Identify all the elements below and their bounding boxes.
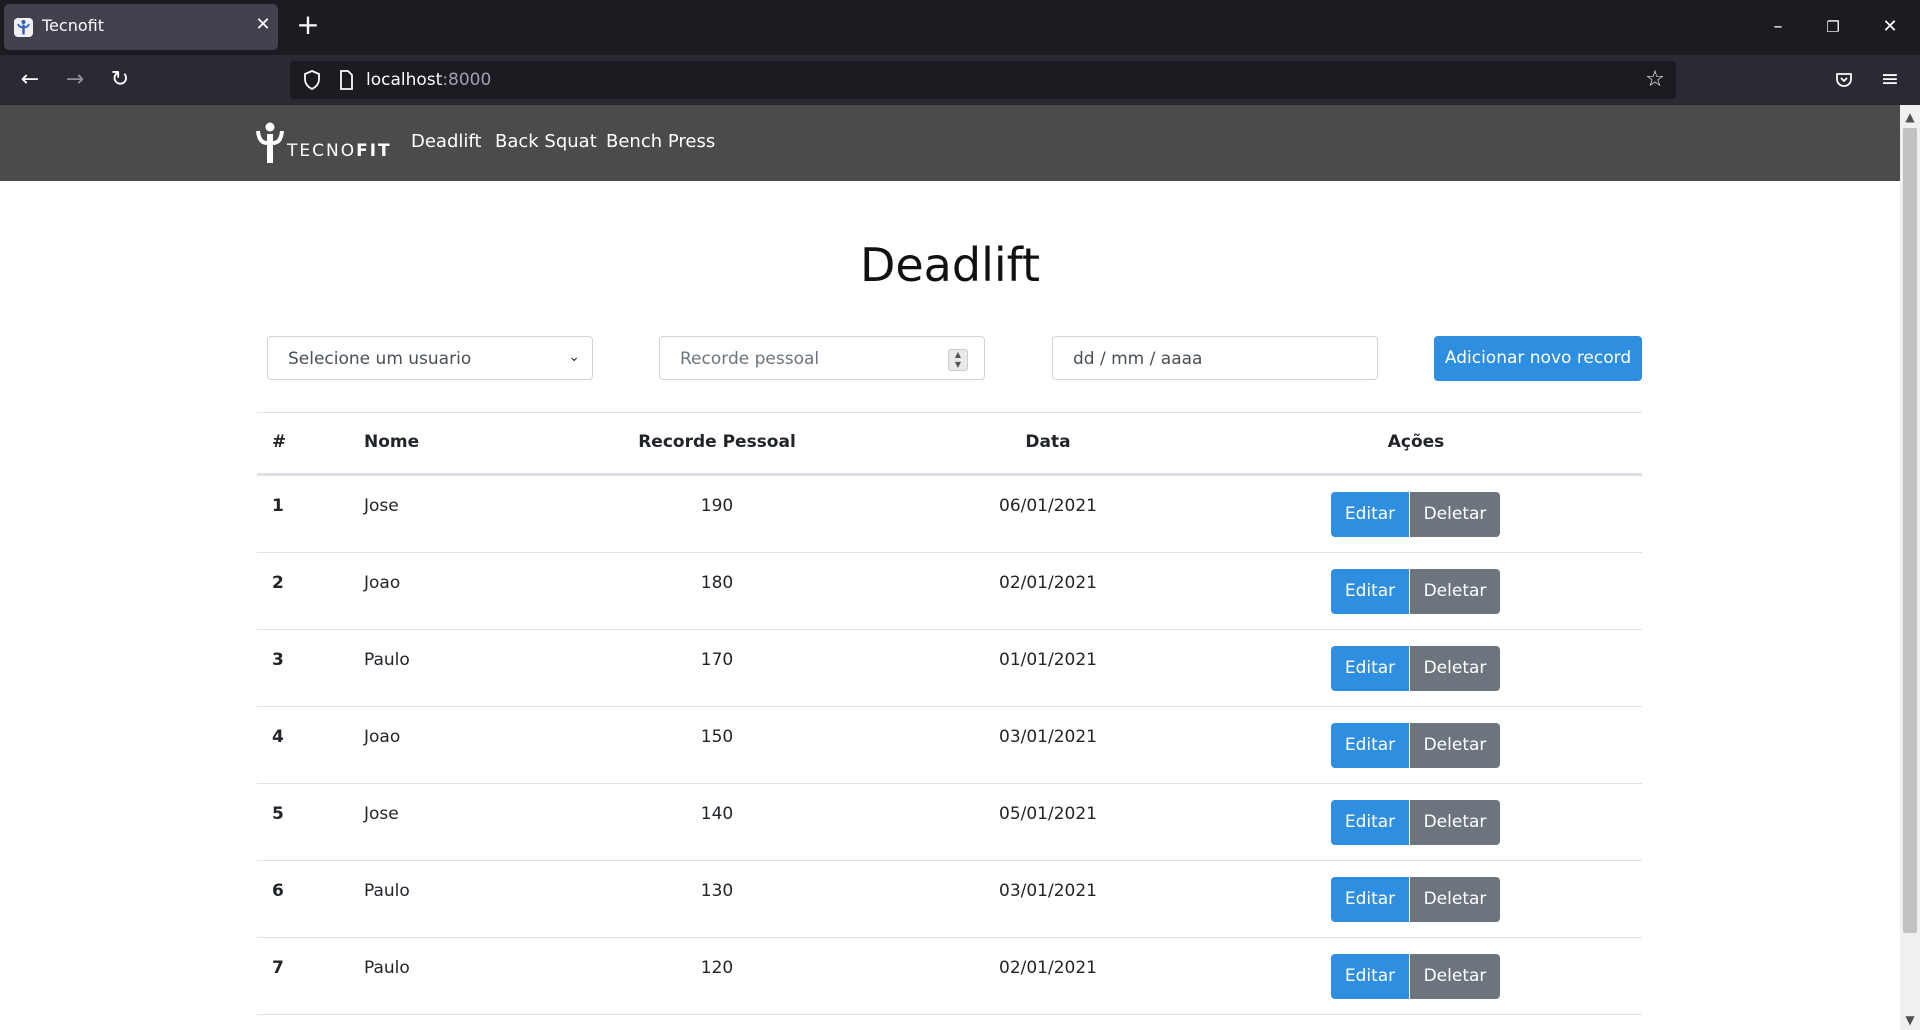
row-data: 02/01/2021 (999, 573, 1097, 593)
user-select[interactable]: Selecione um usuario ⌄ (267, 336, 593, 380)
table-row: 4 Joao 150 03/01/2021 Editar Deletar (257, 707, 1642, 784)
table-row: 6 Paulo 130 03/01/2021 Editar Deletar (257, 861, 1642, 938)
page-info-icon[interactable] (334, 68, 358, 92)
row-index: 2 (272, 573, 284, 593)
bookmark-star-icon[interactable]: ☆ (1642, 67, 1668, 93)
row-nome: Paulo (364, 881, 410, 901)
row-recorde: 190 (700, 496, 734, 516)
table-row: 7 Paulo 120 02/01/2021 Editar Deletar (257, 938, 1642, 1015)
tecnofit-logo[interactable]: TECNOFIT (255, 121, 390, 165)
row-nome: Paulo (364, 650, 410, 670)
header-nome: Nome (364, 432, 420, 452)
edit-button[interactable]: Editar (1331, 954, 1409, 999)
date-input[interactable]: dd / mm / aaaa (1052, 336, 1378, 380)
chevron-down-icon: ⌄ (568, 349, 580, 365)
minimize-icon[interactable]: – (1763, 12, 1793, 42)
brand-name: TECNOFIT (287, 141, 392, 161)
shield-icon[interactable] (300, 68, 324, 92)
row-data: 02/01/2021 (999, 958, 1097, 978)
row-nome: Joao (364, 727, 401, 747)
url-bar[interactable]: localhost:8000 ☆ (290, 61, 1676, 99)
delete-button[interactable]: Deletar (1410, 877, 1500, 922)
window-close-icon[interactable]: ✕ (1875, 12, 1905, 42)
table-row: 5 Jose 140 05/01/2021 Editar Deletar (257, 784, 1642, 861)
row-nome: Paulo (364, 958, 410, 978)
row-data: 03/01/2021 (999, 727, 1097, 747)
new-tab-icon[interactable]: + (294, 11, 322, 40)
header-index: # (272, 432, 287, 452)
page-title: Deadlift (859, 238, 1041, 292)
row-recorde: 180 (700, 573, 734, 593)
tab-title: Tecnofit (42, 16, 104, 35)
table-header: # Nome Recorde Pessoal Data Ações (257, 412, 1642, 476)
browser-toolbar: ← → ↻ localhost:8000 ☆ ≡ (0, 55, 1920, 105)
delete-button[interactable]: Deletar (1410, 646, 1500, 691)
edit-button[interactable]: Editar (1331, 569, 1409, 614)
row-recorde: 140 (700, 804, 734, 824)
tecnofit-favicon-icon (14, 18, 33, 37)
row-recorde: 120 (700, 958, 734, 978)
edit-button[interactable]: Editar (1331, 877, 1409, 922)
delete-button[interactable]: Deletar (1410, 723, 1500, 768)
delete-button[interactable]: Deletar (1410, 569, 1500, 614)
record-placeholder: Recorde pessoal (680, 349, 820, 369)
reload-icon[interactable]: ↻ (106, 66, 134, 94)
records-table: # Nome Recorde Pessoal Data Ações 1 Jose 1… (257, 412, 1642, 1015)
nav-link-back-squat[interactable]: Back Squat (495, 131, 597, 152)
row-nome: Jose (364, 496, 399, 516)
menu-icon[interactable]: ≡ (1876, 66, 1904, 94)
row-index: 1 (272, 496, 284, 516)
scroll-up-icon[interactable]: ▲ (1900, 107, 1920, 127)
table-body: 1 Jose 190 06/01/2021 Editar Deletar 2 Joao 180 0… (257, 476, 1642, 1015)
tecnofit-logo-icon (256, 122, 284, 163)
delete-button[interactable]: Deletar (1410, 800, 1500, 845)
restore-icon[interactable]: ❐ (1818, 12, 1848, 42)
table-row: 1 Jose 190 06/01/2021 Editar Deletar (257, 476, 1642, 553)
nav-link-bench-press[interactable]: Bench Press (606, 131, 715, 152)
edit-button[interactable]: Editar (1331, 646, 1409, 691)
row-nome: Joao (364, 573, 401, 593)
row-data: 03/01/2021 (999, 881, 1097, 901)
scrollbar-thumb[interactable] (1903, 128, 1917, 933)
header-acoes: Ações (1387, 432, 1445, 452)
scroll-down-icon[interactable]: ▼ (1900, 1010, 1920, 1030)
tab-close-icon[interactable]: ✕ (252, 14, 274, 36)
back-icon[interactable]: ← (16, 66, 44, 94)
row-nome: Jose (364, 804, 399, 824)
pocket-icon[interactable] (1830, 66, 1858, 94)
header-recorde: Recorde Pessoal (638, 432, 796, 452)
table-row: 2 Joao 180 02/01/2021 Editar Deletar (257, 553, 1642, 630)
row-index: 5 (272, 804, 284, 824)
user-select-value: Selecione um usuario (288, 349, 472, 369)
row-index: 3 (272, 650, 284, 670)
row-index: 7 (272, 958, 284, 978)
record-input[interactable]: Recorde pessoal ▲ ▼ (659, 336, 985, 380)
edit-button[interactable]: Editar (1331, 800, 1409, 845)
row-recorde: 150 (700, 727, 734, 747)
delete-button[interactable]: Deletar (1410, 954, 1500, 999)
date-placeholder: dd / mm / aaaa (1073, 349, 1203, 369)
table-row: 3 Paulo 170 01/01/2021 Editar Deletar (257, 630, 1642, 707)
url-text: localhost:8000 (366, 70, 492, 90)
row-recorde: 170 (700, 650, 734, 670)
row-recorde: 130 (700, 881, 734, 901)
row-data: 05/01/2021 (999, 804, 1097, 824)
add-record-button[interactable]: Adicionar novo record (1434, 336, 1642, 381)
browser-tab[interactable]: Tecnofit ✕ (4, 4, 278, 50)
number-spinner-icon[interactable]: ▲ ▼ (948, 349, 968, 371)
header-data: Data (1025, 432, 1071, 452)
nav-link-deadlift[interactable]: Deadlift (411, 131, 481, 152)
row-data: 01/01/2021 (999, 650, 1097, 670)
row-index: 4 (272, 727, 284, 747)
delete-button[interactable]: Deletar (1410, 492, 1500, 537)
edit-button[interactable]: Editar (1331, 723, 1409, 768)
row-data: 06/01/2021 (999, 496, 1097, 516)
row-index: 6 (272, 881, 284, 901)
site-navbar: TECNOFIT Deadlift Back Squat Bench Press (0, 105, 1900, 181)
browser-tab-bar: Tecnofit ✕ + – ❐ ✕ (0, 0, 1920, 55)
forward-icon[interactable]: → (61, 66, 89, 94)
edit-button[interactable]: Editar (1331, 492, 1409, 537)
